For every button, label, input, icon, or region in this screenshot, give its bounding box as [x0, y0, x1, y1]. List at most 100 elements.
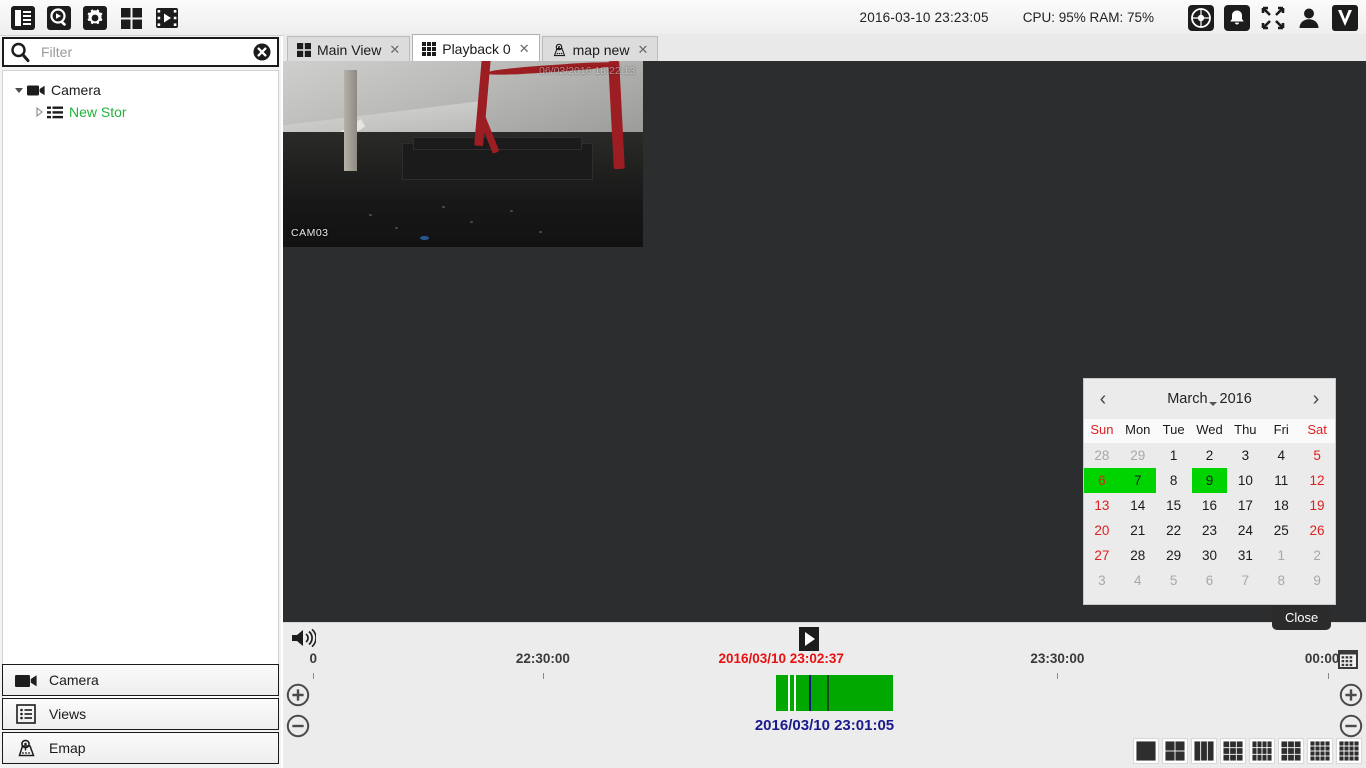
calendar-day[interactable]: 6 — [1192, 568, 1228, 593]
layout-4x4[interactable] — [1336, 738, 1362, 764]
layout-1x1[interactable] — [1133, 738, 1159, 764]
volume-icon[interactable] — [290, 627, 317, 654]
calendar-day[interactable]: 3 — [1227, 443, 1263, 468]
close-icon[interactable]: ✕ — [637, 42, 648, 58]
calendar-day[interactable]: 8 — [1263, 568, 1299, 593]
video-cell[interactable] — [283, 248, 644, 435]
next-month-icon[interactable]: › — [1303, 386, 1329, 412]
video-cell[interactable] — [1005, 61, 1366, 248]
calendar-title[interactable]: March 2016 — [1167, 391, 1252, 407]
calendar-day[interactable]: 8 — [1156, 468, 1192, 493]
bell-icon[interactable] — [1222, 3, 1252, 33]
layout-list-icon[interactable] — [8, 3, 38, 33]
calendar-day[interactable]: 2 — [1299, 543, 1335, 568]
timeline-track[interactable] — [283, 675, 1366, 711]
close-icon[interactable]: ✕ — [389, 42, 400, 58]
panel-button-camera[interactable]: Camera — [2, 664, 279, 696]
calendar-day[interactable]: 29 — [1156, 543, 1192, 568]
calendar-day[interactable]: 10 — [1227, 468, 1263, 493]
panel-button-label: Camera — [49, 672, 99, 688]
fullscreen-icon[interactable] — [1258, 3, 1288, 33]
calendar-day[interactable]: 12 — [1299, 468, 1335, 493]
calendar-day[interactable]: 15 — [1156, 493, 1192, 518]
system-clock: 2016-03-10 23:23:05 — [859, 10, 989, 25]
calendar-day[interactable]: 14 — [1120, 493, 1156, 518]
compass-icon[interactable] — [1186, 3, 1216, 33]
close-icon[interactable]: ✕ — [519, 41, 530, 57]
tab-playback-0[interactable]: Playback 0 ✕ — [412, 34, 540, 62]
calendar-day[interactable]: 24 — [1227, 518, 1263, 543]
calendar-day[interactable]: 16 — [1192, 493, 1228, 518]
calendar-day[interactable]: 28 — [1084, 443, 1120, 468]
calendar-day[interactable]: 5 — [1299, 443, 1335, 468]
calendar-day[interactable]: 30 — [1192, 543, 1228, 568]
grid-view-icon[interactable] — [116, 3, 146, 33]
video-cell[interactable] — [644, 248, 1005, 435]
layout-2x2[interactable] — [1162, 738, 1188, 764]
calendar-day[interactable]: 1 — [1263, 543, 1299, 568]
clear-filter-icon[interactable] — [247, 42, 277, 62]
calendar-day[interactable]: 9 — [1299, 568, 1335, 593]
calendar-day[interactable]: 23 — [1192, 518, 1228, 543]
calendar-day[interactable]: 7 — [1119, 468, 1156, 493]
video-cell[interactable] — [644, 435, 1005, 622]
calendar-day[interactable]: 25 — [1263, 518, 1299, 543]
calendar-day[interactable]: 7 — [1227, 568, 1263, 593]
date-picker-calendar[interactable]: ‹ March 2016 › Sun Mon Tue Wed Thu Fri S… — [1083, 378, 1336, 605]
panel-button-emap[interactable]: Emap — [2, 732, 279, 764]
tree-item-camera[interactable]: Camera — [3, 79, 278, 101]
calendar-day[interactable]: 13 — [1084, 493, 1120, 518]
layout-3x4[interactable] — [1249, 738, 1275, 764]
panel-button-views[interactable]: Views — [2, 698, 279, 730]
zoom-in-button[interactable] — [1339, 683, 1363, 712]
tab-map-new[interactable]: map new ✕ — [541, 36, 659, 62]
video-cell[interactable] — [644, 61, 1005, 248]
search-input[interactable] — [35, 40, 247, 64]
video-cell[interactable] — [283, 435, 644, 622]
layout-1plus12[interactable] — [1307, 738, 1333, 764]
calendar-year[interactable]: 2016 — [1220, 391, 1252, 407]
status-area: 2016-03-10 23:23:05 CPU: 95% RAM: 75% — [860, 3, 1366, 33]
layout-1x3[interactable] — [1191, 738, 1217, 764]
tree-item-new-stor[interactable]: New Stor — [3, 101, 278, 123]
calendar-day[interactable]: 29 — [1120, 443, 1156, 468]
calendar-day[interactable]: 19 — [1299, 493, 1335, 518]
search-playback-icon[interactable] — [44, 3, 74, 33]
calendar-day[interactable]: 22 — [1156, 518, 1192, 543]
gear-icon[interactable] — [80, 3, 110, 33]
expand-arrow-down-icon[interactable] — [11, 85, 27, 95]
calendar-day[interactable]: 20 — [1084, 518, 1120, 543]
calendar-day[interactable]: 4 — [1263, 443, 1299, 468]
calendar-day[interactable]: 27 — [1084, 543, 1120, 568]
film-icon[interactable] — [152, 3, 182, 33]
user-icon[interactable] — [1294, 3, 1324, 33]
calendar-day[interactable]: 17 — [1227, 493, 1263, 518]
video-stream — [283, 61, 644, 248]
tab-main-view[interactable]: Main View ✕ — [287, 36, 411, 62]
calendar-day[interactable]: 5 — [1156, 568, 1192, 593]
calendar-day[interactable]: 1 — [1156, 443, 1192, 468]
calendar-day[interactable]: 4 — [1120, 568, 1156, 593]
timeline-current-time-label: 2016/03/10 23:02:37 — [718, 651, 844, 666]
zoom-out-button[interactable] — [286, 714, 310, 743]
calendar-day[interactable]: 26 — [1299, 518, 1335, 543]
layout-3x3[interactable] — [1278, 738, 1304, 764]
app-logo-icon[interactable] — [1330, 3, 1360, 33]
calendar-day[interactable]: 18 — [1263, 493, 1299, 518]
calendar-day[interactable]: 9 — [1191, 468, 1228, 493]
calendar-day[interactable]: 21 — [1120, 518, 1156, 543]
zoom-in-button[interactable] — [286, 683, 310, 712]
expand-arrow-right-icon[interactable] — [31, 107, 47, 117]
calendar-day[interactable]: 6 — [1084, 468, 1120, 493]
calendar-day[interactable]: 2 — [1192, 443, 1228, 468]
calendar-day[interactable]: 11 — [1263, 468, 1299, 493]
video-cell[interactable]: 06/03/2016 18:22:13 CAM03 — [283, 61, 644, 248]
calendar-day[interactable]: 28 — [1120, 543, 1156, 568]
calendar-day[interactable]: 3 — [1084, 568, 1120, 593]
calendar-header: ‹ March 2016 › — [1084, 379, 1335, 419]
calendar-icon[interactable] — [1336, 647, 1360, 676]
calendar-month[interactable]: March — [1167, 391, 1217, 407]
layout-1plus5[interactable] — [1220, 738, 1246, 764]
prev-month-icon[interactable]: ‹ — [1090, 386, 1116, 412]
calendar-day[interactable]: 31 — [1227, 543, 1263, 568]
